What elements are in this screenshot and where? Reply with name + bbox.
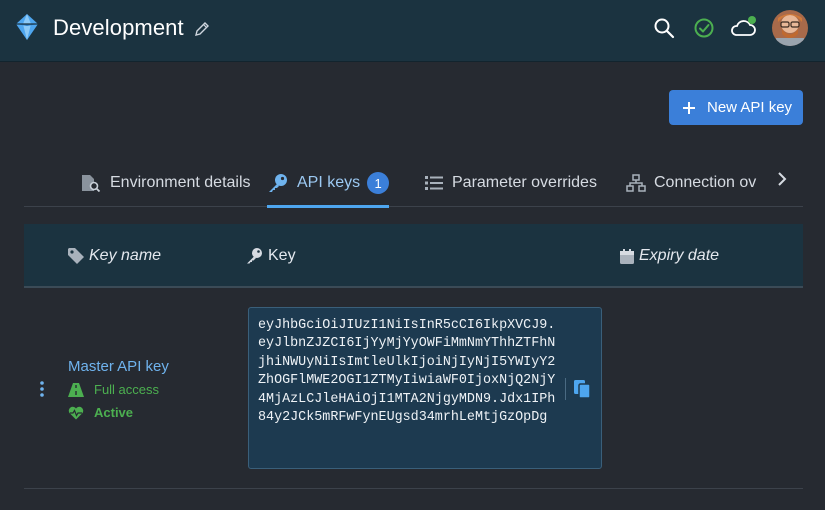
chevron-right-icon[interactable]: [776, 172, 788, 186]
key-icon: [247, 248, 262, 264]
page-title: Development: [53, 15, 184, 40]
pencil-icon[interactable]: [194, 21, 210, 37]
search-icon[interactable]: [653, 17, 675, 39]
divider: [565, 378, 566, 400]
top-bar: Development: [0, 0, 825, 62]
column-header-expiry-date[interactable]: Expiry date: [619, 224, 719, 288]
column-label: Expiry date: [639, 247, 720, 264]
key-icon: [269, 174, 287, 192]
cloud-icon[interactable]: [730, 15, 758, 39]
tab-bar: Environment details API keys 1 Parameter…: [24, 160, 803, 208]
tab-parameter-overrides[interactable]: Parameter overrides: [424, 160, 597, 206]
table-header: Key name Key Expiry date: [24, 224, 803, 288]
new-api-key-label: New API key: [707, 99, 793, 116]
user-avatar-icon: [772, 10, 808, 46]
tab-label: Environment details: [110, 174, 251, 191]
status-badge: Active: [68, 405, 133, 420]
table-row: Master API key Full access Active eyJhbG…: [24, 290, 803, 489]
api-key-value[interactable]: eyJhbGciOiJIUzI1NiIsInR5cCI6IkpXVCJ9.eyJ…: [258, 317, 558, 427]
tab-environment-details[interactable]: Environment details: [80, 160, 251, 206]
access-label: Full access: [94, 382, 160, 397]
column-label: Key name: [89, 247, 162, 264]
list-icon: [425, 176, 443, 190]
tab-label: API keys: [297, 174, 361, 191]
key-name-link[interactable]: Master API key: [68, 358, 169, 375]
tab-connection-overrides[interactable]: Connection ov: [626, 160, 761, 206]
diamond-logo-icon[interactable]: [15, 13, 39, 41]
tab-label: Connection ov: [654, 174, 757, 191]
status-label: Active: [94, 405, 134, 420]
check-circle-icon[interactable]: [693, 17, 715, 39]
column-label: Key: [268, 247, 296, 264]
count-badge: 1: [367, 172, 390, 194]
calendar-icon: [620, 248, 634, 264]
tag-icon: [68, 248, 84, 264]
tab-label: Parameter overrides: [452, 174, 597, 191]
access-level: Full access: [68, 382, 159, 397]
column-header-key: Key: [246, 224, 296, 288]
new-api-key-button[interactable]: New API key: [669, 90, 803, 125]
more-options-icon[interactable]: [38, 380, 46, 398]
tab-api-keys[interactable]: API keys 1: [267, 160, 390, 208]
plus-icon: [683, 101, 695, 114]
avatar[interactable]: [772, 10, 808, 46]
document-search-icon: [82, 175, 101, 192]
network-icon: [626, 174, 646, 192]
column-header-key-name[interactable]: Key name: [67, 224, 161, 288]
api-key-field[interactable]: eyJhbGciOiJIUzI1NiIsInR5cCI6IkpXVCJ9.eyJ…: [248, 307, 602, 469]
heartbeat-icon: [68, 406, 84, 419]
copy-icon[interactable]: [573, 379, 591, 399]
road-icon: [68, 382, 84, 397]
